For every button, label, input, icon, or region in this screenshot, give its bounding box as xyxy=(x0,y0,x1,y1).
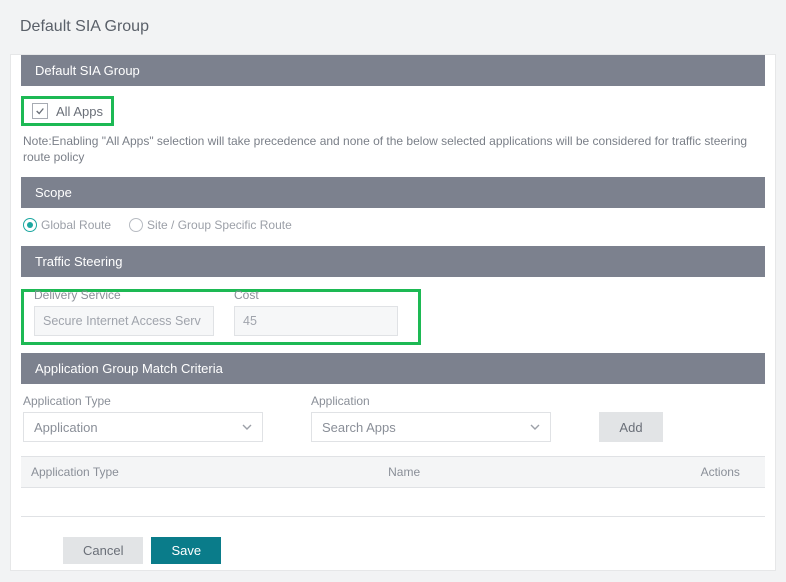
all-apps-highlight: All Apps xyxy=(21,96,114,126)
save-button[interactable]: Save xyxy=(151,537,221,564)
application-label: Application xyxy=(311,394,551,408)
delivery-service-field: Delivery Service xyxy=(34,288,214,336)
radio-unselected-icon xyxy=(129,218,143,232)
band-traffic-steering: Traffic Steering xyxy=(21,246,765,277)
application-field: Application Search Apps xyxy=(311,394,551,442)
chevron-down-icon xyxy=(530,422,540,432)
config-page: Default SIA Group Default SIA Group All … xyxy=(0,0,786,582)
page-title: Default SIA Group xyxy=(10,6,776,50)
footer-buttons: Cancel Save xyxy=(11,527,775,564)
chevron-down-icon xyxy=(242,422,252,432)
band-scope: Scope xyxy=(21,177,765,208)
check-icon xyxy=(35,106,45,116)
application-dropdown[interactable]: Search Apps xyxy=(311,412,551,442)
band-default-sia-group: Default SIA Group xyxy=(21,55,765,86)
all-apps-note: Note:Enabling "All Apps" selection will … xyxy=(21,134,765,177)
app-type-label: Application Type xyxy=(23,394,263,408)
col-app-type: Application Type xyxy=(21,457,378,488)
band-app-match: Application Group Match Criteria xyxy=(21,353,765,384)
table-header-row: Application Type Name Actions xyxy=(21,457,765,488)
scope-option-label: Global Route xyxy=(41,218,111,232)
match-criteria-table: Application Type Name Actions xyxy=(21,456,765,517)
scope-option-global[interactable]: Global Route xyxy=(23,218,111,232)
all-apps-label: All Apps xyxy=(56,104,103,119)
scope-option-label: Site / Group Specific Route xyxy=(147,218,292,232)
traffic-steering-highlight: Delivery Service Cost xyxy=(21,289,421,345)
app-type-field: Application Type Application xyxy=(23,394,263,442)
col-name: Name xyxy=(378,457,690,488)
application-placeholder: Search Apps xyxy=(322,420,396,435)
add-button[interactable]: Add xyxy=(599,412,663,442)
radio-selected-icon xyxy=(23,218,37,232)
app-type-value: Application xyxy=(34,420,98,435)
all-apps-checkbox[interactable] xyxy=(32,103,48,119)
table-row xyxy=(21,488,765,517)
delivery-service-input[interactable] xyxy=(34,306,214,336)
cost-field: Cost xyxy=(234,288,398,336)
cancel-button[interactable]: Cancel xyxy=(63,537,143,564)
config-card: Default SIA Group All Apps Note:Enabling… xyxy=(10,54,776,571)
scope-option-site[interactable]: Site / Group Specific Route xyxy=(129,218,292,232)
scope-row: Global Route Site / Group Specific Route xyxy=(21,218,765,246)
delivery-service-label: Delivery Service xyxy=(34,288,214,302)
cost-input[interactable] xyxy=(234,306,398,336)
cost-label: Cost xyxy=(234,288,398,302)
match-criteria-row: Application Type Application Application… xyxy=(21,394,765,456)
col-actions: Actions xyxy=(691,457,765,488)
app-type-dropdown[interactable]: Application xyxy=(23,412,263,442)
